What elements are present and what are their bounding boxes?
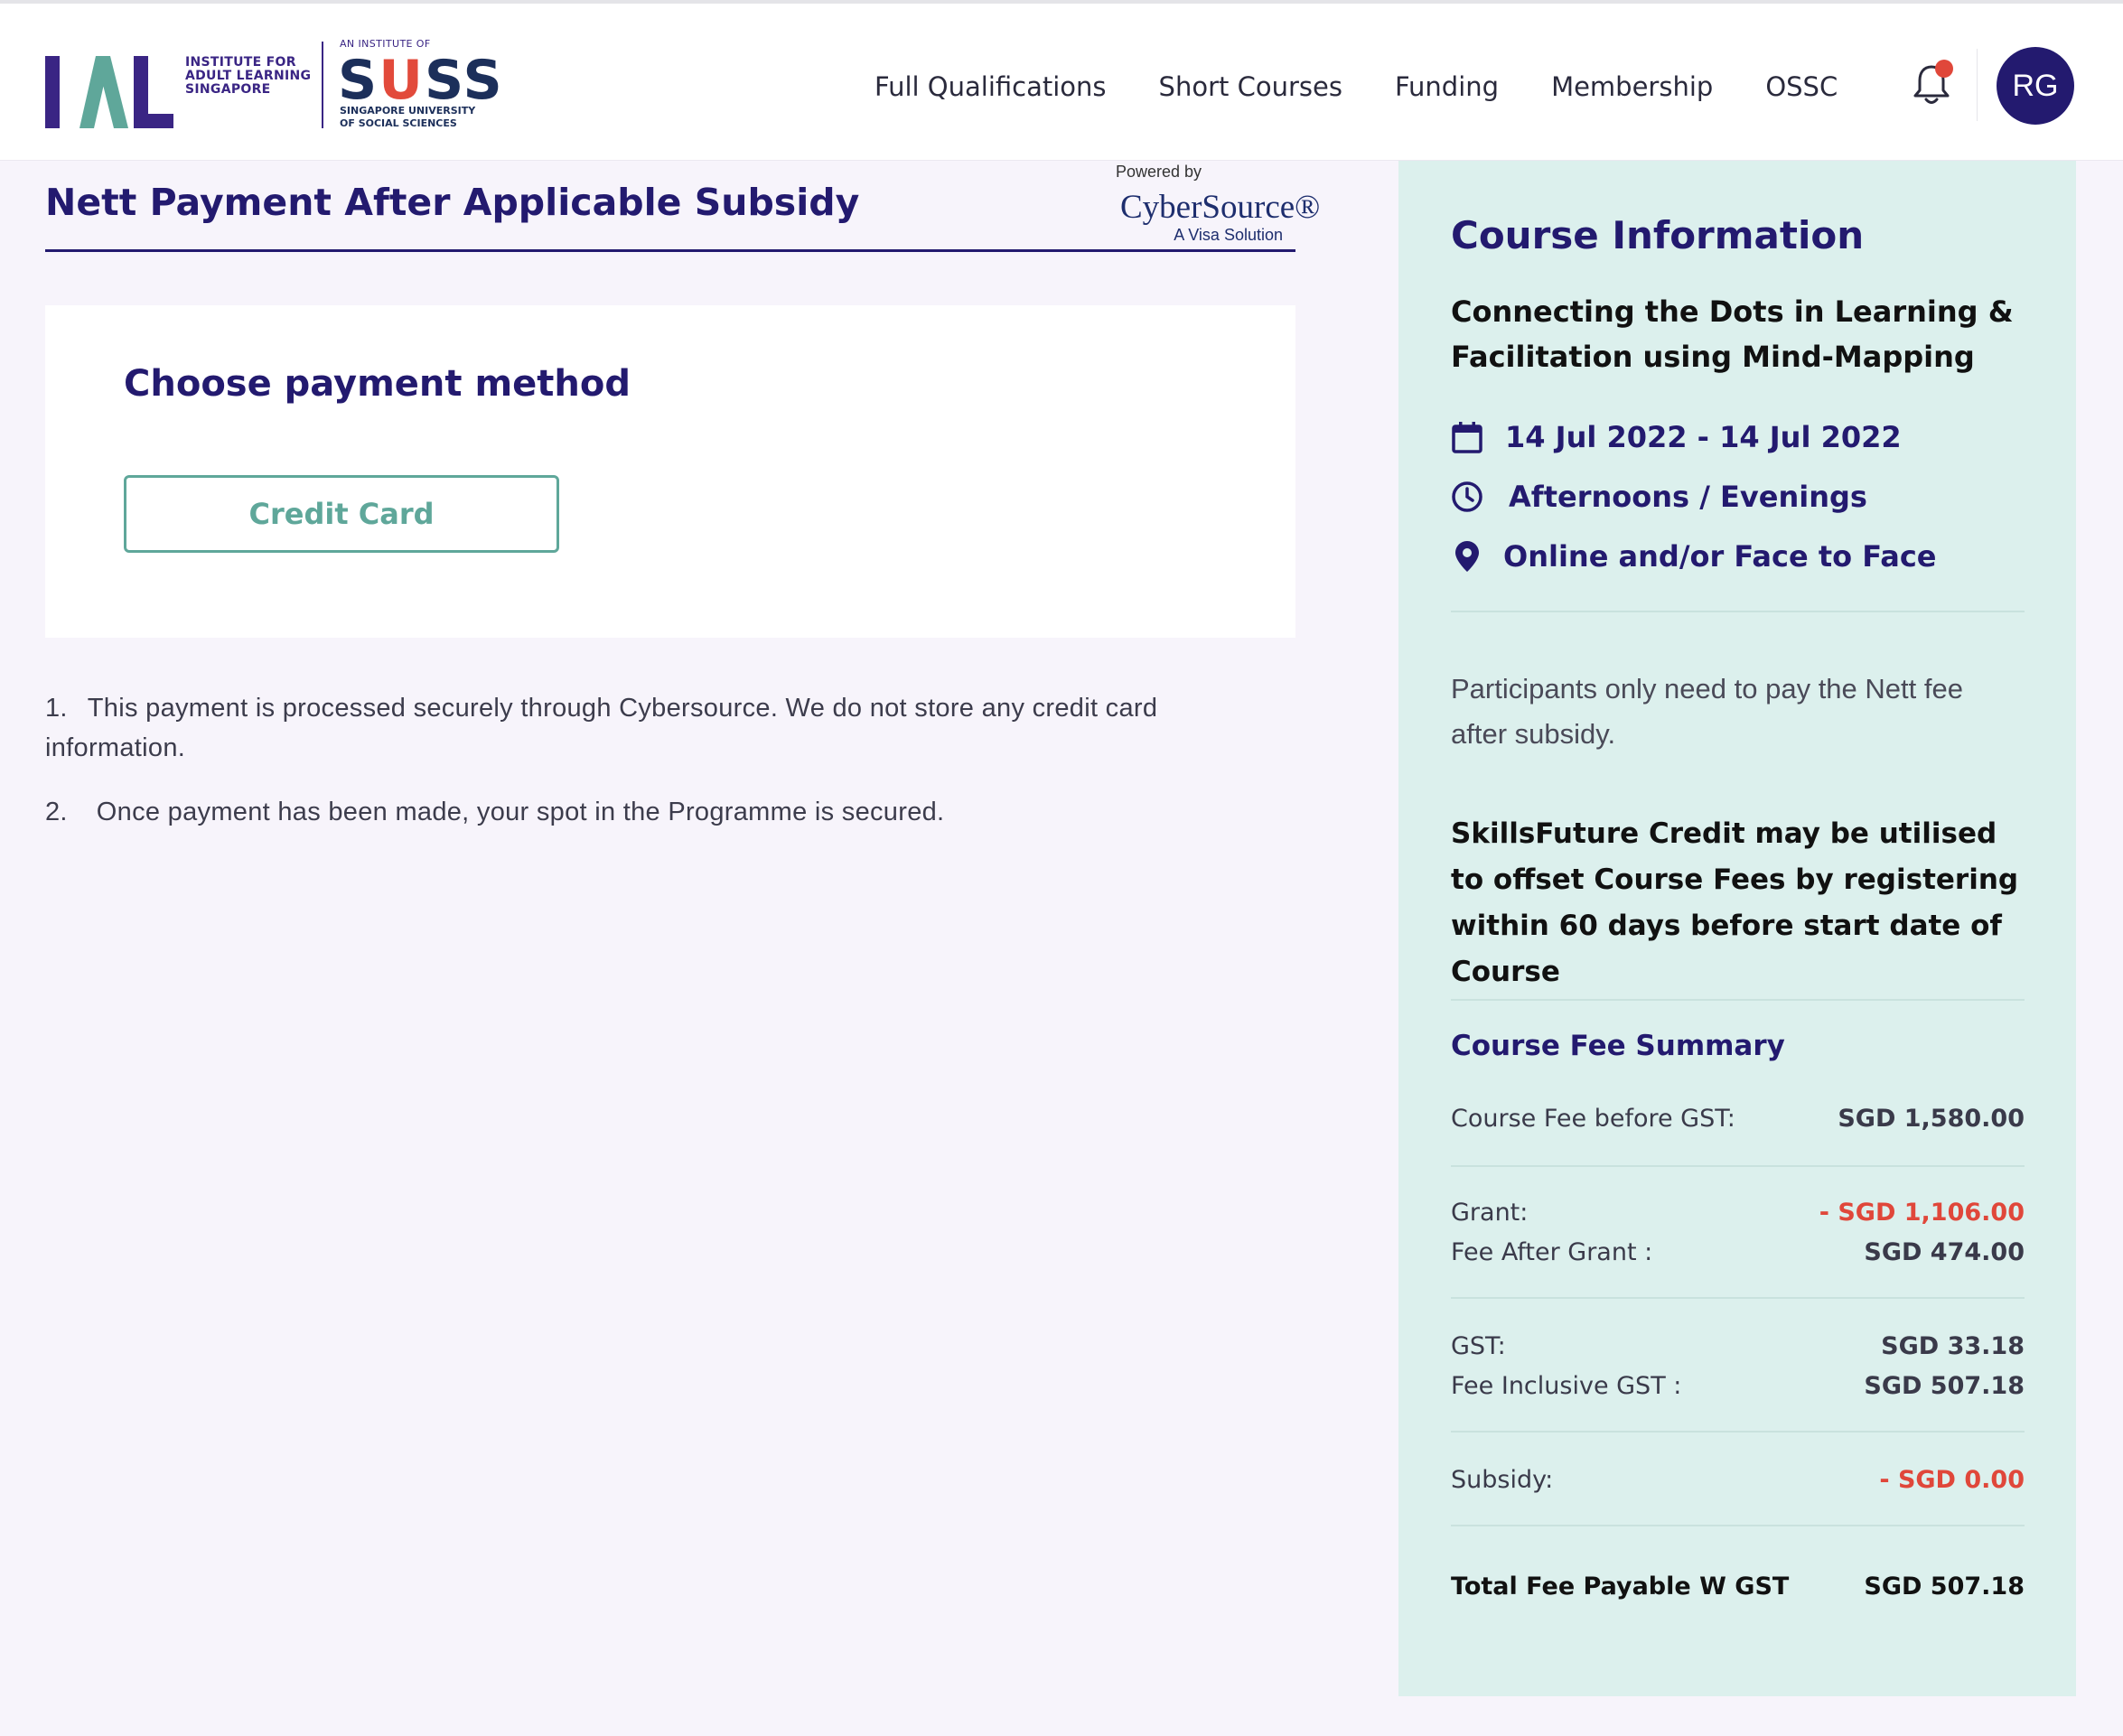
note-number: 2. — [45, 798, 68, 826]
fee-value: SGD 474.00 — [1864, 1237, 2025, 1266]
fee-row-gst: GST: SGD 33.18 — [1451, 1328, 2025, 1364]
suss-logo-subtext: SINGAPORE UNIVERSITY OF SOCIAL SCIENCES — [340, 105, 475, 130]
course-info-title: Course Information — [1451, 213, 1865, 257]
nav-funding[interactable]: Funding — [1395, 67, 1499, 107]
suss-logo-line: SINGAPORE UNIVERSITY — [340, 105, 476, 117]
fee-label: Fee Inclusive GST : — [1451, 1371, 1682, 1400]
calendar-icon — [1451, 421, 1483, 453]
note-text: This payment is processed securely throu… — [45, 694, 1158, 762]
fee-value: - SGD 1,106.00 — [1819, 1198, 2025, 1227]
fee-label: Grant: — [1451, 1198, 1529, 1227]
course-mode-row: Online and/or Face to Face — [1451, 538, 1936, 574]
note-text: Once payment has been made, your spot in… — [96, 798, 945, 826]
panel-divider — [1451, 999, 2025, 1001]
course-info-panel: Course Information Connecting the Dots i… — [1398, 161, 2076, 1696]
clock-icon — [1451, 481, 1483, 513]
fee-row-after-grant: Fee After Grant : SGD 474.00 — [1451, 1234, 2025, 1270]
suss-letter: SS — [424, 49, 504, 112]
suss-logo-word: SUSS — [338, 51, 504, 110]
ial-logo-line: INSTITUTE FOR — [185, 55, 296, 70]
fee-label: Fee After Grant : — [1451, 1237, 1653, 1266]
skillsfuture-note: SkillsFuture Credit may be utilised to o… — [1451, 817, 2019, 988]
page-title: Nett Payment After Applicable Subsidy — [45, 181, 860, 224]
course-dates-row: 14 Jul 2022 - 14 Jul 2022 — [1451, 419, 1902, 455]
course-time-row: Afternoons / Evenings — [1451, 479, 1867, 515]
course-time: Afternoons / Evenings — [1509, 480, 1867, 514]
suss-logo-line: OF SOCIAL SCIENCES — [340, 117, 457, 129]
cybersource-logo: Powered by CyberSource® A Visa Solution — [1111, 163, 1320, 249]
payment-note: 2. Once payment has been made, your spot … — [45, 792, 1295, 832]
fee-summary-title: Course Fee Summary — [1451, 1030, 1785, 1062]
ial-logo-mark — [45, 56, 173, 128]
fee-value: SGD 1,580.00 — [1838, 1104, 2025, 1133]
fee-value: - SGD 0.00 — [1879, 1465, 2025, 1494]
suss-letter-u: U — [379, 49, 425, 112]
notification-button[interactable] — [1913, 60, 1953, 107]
fee-divider — [1451, 1525, 2025, 1526]
credit-card-button[interactable]: Credit Card — [124, 475, 559, 553]
ial-logo[interactable]: INSTITUTE FOR ADULT LEARNING SINGAPORE — [45, 51, 325, 134]
fee-row-subsidy: Subsidy: - SGD 0.00 — [1451, 1461, 2025, 1498]
fee-label: GST: — [1451, 1331, 1506, 1360]
payment-notes: 1. This payment is processed securely thr… — [45, 688, 1295, 856]
nav-short-courses[interactable]: Short Courses — [1159, 67, 1342, 107]
notification-badge-dot — [1935, 60, 1953, 78]
fee-row-incl-gst: Fee Inclusive GST : SGD 507.18 — [1451, 1367, 2025, 1404]
payment-note: 1. This payment is processed securely thr… — [45, 688, 1295, 768]
header-divider — [1977, 49, 1978, 121]
logo-divider — [322, 42, 323, 128]
nav-full-qualifications[interactable]: Full Qualifications — [874, 67, 1107, 107]
fee-value: SGD 33.18 — [1881, 1331, 2025, 1360]
note-number: 1. — [45, 694, 68, 723]
cybersource-tagline: A Visa Solution — [1174, 226, 1283, 244]
fee-divider — [1451, 1431, 2025, 1433]
payment-method-heading: Choose payment method — [124, 363, 631, 405]
nav-ossc[interactable]: OSSC — [1765, 67, 1838, 107]
fee-label: Total Fee Payable W GST — [1451, 1572, 1790, 1601]
fee-value: SGD 507.18 — [1864, 1572, 2025, 1601]
fee-divider — [1451, 1165, 2025, 1167]
nett-fee-note: Participants only need to pay the Nett f… — [1451, 673, 1963, 750]
suss-logo[interactable]: AN INSTITUTE OF SUSS SINGAPORE UNIVERSIT… — [338, 38, 502, 137]
course-name: Connecting the Dots in Learning & Facili… — [1451, 294, 2014, 374]
ial-logo-text: INSTITUTE FOR ADULT LEARNING SINGAPORE — [185, 56, 348, 97]
fee-divider — [1451, 1297, 2025, 1299]
title-underline — [45, 249, 1295, 252]
fee-row-total: Total Fee Payable W GST SGD 507.18 — [1451, 1568, 2025, 1604]
ial-logo-line: SINGAPORE — [185, 82, 271, 97]
fee-label: Subsidy: — [1451, 1465, 1554, 1494]
user-avatar[interactable]: RG — [1997, 47, 2074, 125]
fee-row-grant: Grant: - SGD 1,106.00 — [1451, 1194, 2025, 1230]
course-dates: 14 Jul 2022 - 14 Jul 2022 — [1505, 420, 1902, 454]
location-pin-icon — [1451, 540, 1483, 573]
top-header: INSTITUTE FOR ADULT LEARNING SINGAPORE A… — [0, 0, 2123, 161]
cybersource-powered-by: Powered by — [1116, 163, 1202, 181]
fee-value: SGD 507.18 — [1864, 1371, 2025, 1400]
fee-label: Course Fee before GST: — [1451, 1104, 1735, 1133]
nav-membership[interactable]: Membership — [1551, 67, 1713, 107]
main-nav: Full Qualifications Short Courses Fundin… — [874, 67, 1890, 107]
course-mode: Online and/or Face to Face — [1503, 539, 1937, 574]
panel-divider — [1451, 611, 2025, 612]
ial-logo-line: ADULT LEARNING — [185, 69, 312, 83]
fee-row-before-gst: Course Fee before GST: SGD 1,580.00 — [1451, 1100, 2025, 1136]
cybersource-name: CyberSource® — [1120, 189, 1321, 226]
suss-letter: S — [338, 49, 379, 112]
payment-method-card: Choose payment method Credit Card — [45, 305, 1295, 638]
